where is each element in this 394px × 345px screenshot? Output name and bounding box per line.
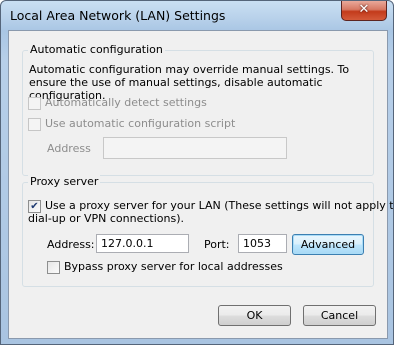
bypass-local-checkbox[interactable] [47, 261, 60, 274]
ok-button[interactable]: OK [218, 305, 291, 326]
automatic-configuration-group: Automatic configuration Automatic config… [22, 43, 374, 176]
close-icon: ✕ [358, 2, 370, 17]
proxy-port-label: Port: [204, 238, 230, 251]
bypass-local-label: Bypass proxy server for local addresses [64, 260, 283, 273]
lan-settings-window: Local Area Network (LAN) Settings ✕ Auto… [0, 0, 394, 345]
proxy-address-label: Address: [47, 238, 95, 251]
cancel-button-label: Cancel [320, 309, 359, 322]
auto-config-address-input[interactable] [103, 137, 287, 159]
auto-config-address-label: Address [47, 142, 91, 155]
cancel-button[interactable]: Cancel [303, 305, 376, 326]
advanced-button[interactable]: Advanced [292, 234, 364, 255]
auto-detect-label: Automatically detect settings [45, 96, 207, 109]
advanced-button-label: Advanced [300, 238, 356, 251]
auto-detect-checkbox[interactable] [28, 97, 41, 110]
ok-button-label: OK [246, 309, 263, 322]
proxy-port-input[interactable]: 1053 [238, 234, 287, 253]
title-bar[interactable]: Local Area Network (LAN) Settings ✕ [1, 1, 393, 31]
dialog-body: Automatic configuration Automatic config… [8, 30, 393, 339]
window-title: Local Area Network (LAN) Settings [10, 8, 226, 23]
close-button[interactable]: ✕ [341, 1, 387, 21]
use-proxy-label-line1: Use a proxy server for your LAN (These s… [45, 199, 394, 212]
auto-config-script-checkbox[interactable] [28, 118, 41, 131]
checkmark-icon: ✔ [30, 201, 39, 212]
use-proxy-label-line2: dial-up or VPN connections). [28, 212, 185, 225]
automatic-configuration-title: Automatic configuration [28, 43, 165, 56]
auto-config-script-label: Use automatic configuration script [45, 117, 236, 130]
proxy-server-group: Proxy server ✔ Use a proxy server for yo… [22, 175, 393, 287]
proxy-server-title: Proxy server [28, 175, 101, 188]
proxy-address-input[interactable]: 127.0.0.1 [96, 234, 189, 253]
